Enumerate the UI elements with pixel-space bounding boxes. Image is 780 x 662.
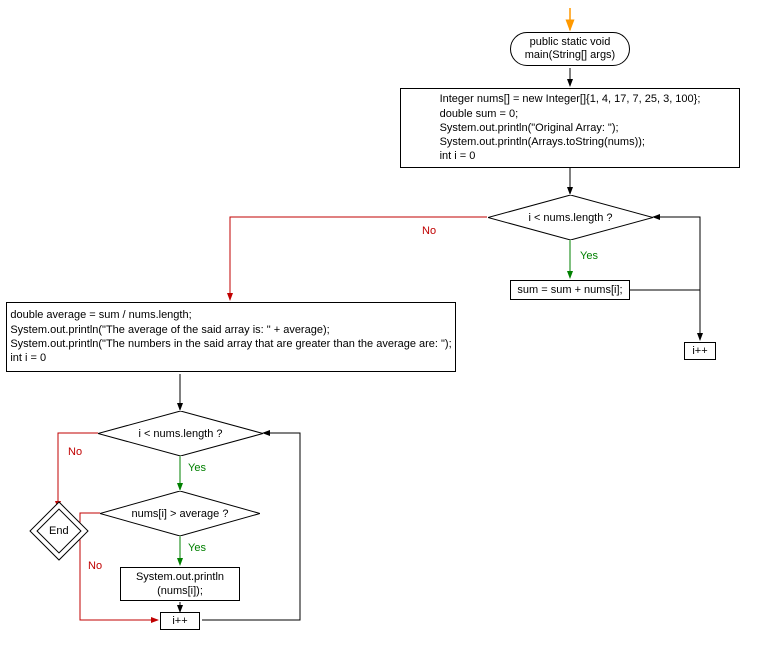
start-node: public static void main(String[] args) xyxy=(510,32,630,66)
condition-loop2: i < nums.length ? xyxy=(98,411,263,456)
label-yes-2: Yes xyxy=(186,462,208,474)
init-text: Integer nums[] = new Integer[]{1, 4, 17,… xyxy=(440,92,701,163)
average-text: double average = sum / nums.length; Syst… xyxy=(10,308,451,365)
label-no-1: No xyxy=(420,225,438,237)
average-block: double average = sum / nums.length; Syst… xyxy=(6,302,456,372)
start-label: public static void main(String[] args) xyxy=(525,36,615,62)
sum-text: sum = sum + nums[i]; xyxy=(517,283,622,297)
print-text: System.out.println (nums[i]); xyxy=(136,570,224,599)
increment-2-text: i++ xyxy=(172,614,187,628)
condition-compare: nums[i] > average ? xyxy=(100,491,260,536)
increment-1-text: i++ xyxy=(692,344,707,358)
label-yes-1: Yes xyxy=(578,250,600,262)
label-no-2: No xyxy=(66,446,84,458)
condition-loop2-text: i < nums.length ? xyxy=(98,411,263,456)
print-block: System.out.println (nums[i]); xyxy=(120,567,240,601)
increment-1: i++ xyxy=(684,342,716,360)
condition-loop1-text: i < nums.length ? xyxy=(488,195,653,240)
sum-block: sum = sum + nums[i]; xyxy=(510,280,630,300)
init-block: Integer nums[] = new Integer[]{1, 4, 17,… xyxy=(400,88,740,168)
condition-compare-text: nums[i] > average ? xyxy=(100,491,260,536)
label-yes-3: Yes xyxy=(186,542,208,554)
label-no-3: No xyxy=(86,560,104,572)
end-label: End xyxy=(49,525,69,537)
condition-loop1: i < nums.length ? xyxy=(488,195,653,240)
increment-2: i++ xyxy=(160,612,200,630)
